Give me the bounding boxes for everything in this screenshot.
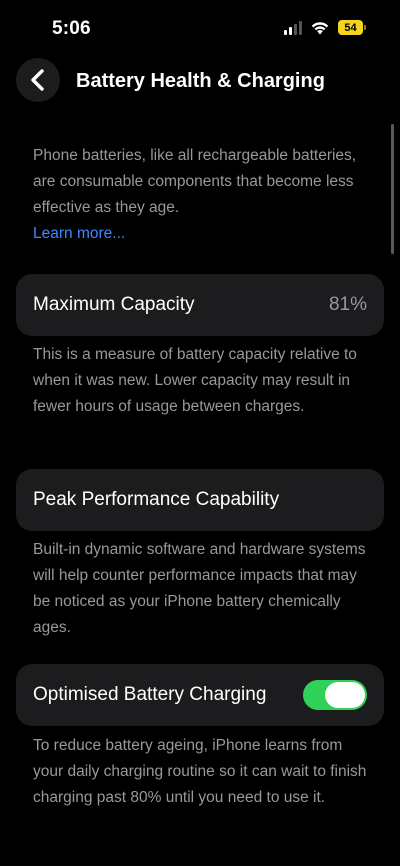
maximum-capacity-label: Maximum Capacity [33,294,195,315]
status-icons: 54 [284,20,366,35]
back-button[interactable] [16,58,60,102]
battery-icon: 54 [338,20,366,35]
scroll-indicator[interactable] [391,124,394,254]
maximum-capacity-description: This is a measure of battery capacity re… [33,346,357,415]
battery-level: 54 [338,20,363,35]
peak-performance-description: Built-in dynamic software and hardware s… [33,541,366,636]
intro-text: Phone batteries, like all rechargeable b… [33,147,357,216]
optimised-charging-description: To reduce battery ageing, iPhone learns … [33,737,367,806]
optimised-charging-label: Optimised Battery Charging [33,684,267,705]
maximum-capacity-row: Maximum Capacity 81% [16,274,384,336]
chevron-left-icon [31,69,44,91]
status-time: 5:06 [52,18,91,39]
maximum-capacity-value: 81% [328,294,367,315]
battery-health-screen: 5:06 54 Battery Health & Charging Phone … [0,0,400,866]
status-bar: 5:06 54 [0,0,400,56]
signal-icon [284,20,302,35]
optimised-charging-row: Optimised Battery Charging [16,664,384,726]
peak-performance-row: Peak Performance Capability [16,469,384,531]
navigation-bar: Battery Health & Charging [0,58,400,106]
learn-more-link[interactable]: Learn more... [33,221,373,247]
optimised-charging-toggle[interactable] [303,680,367,710]
wifi-icon [311,22,329,35]
page-title: Battery Health & Charging [76,70,325,92]
toggle-knob [325,682,365,708]
intro-description: Phone batteries, like all rechargeable b… [33,143,373,247]
peak-performance-label: Peak Performance Capability [33,489,280,510]
